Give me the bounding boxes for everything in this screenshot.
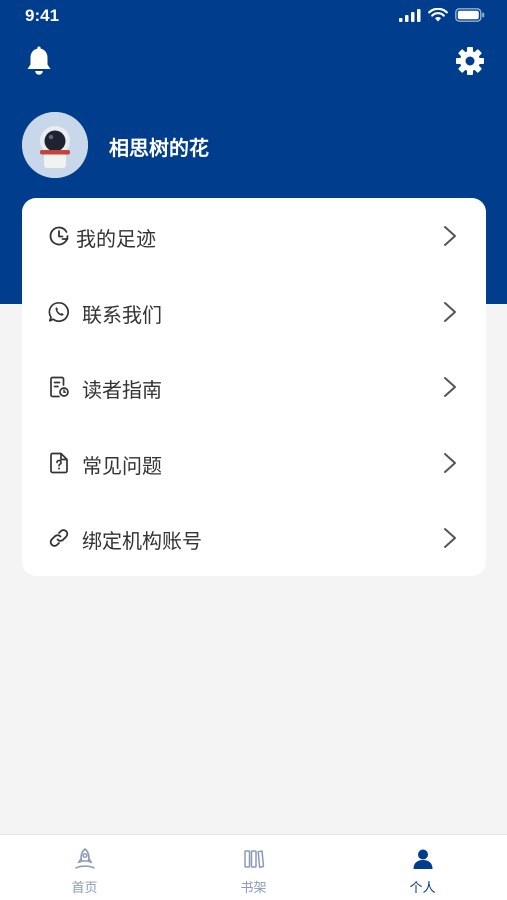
tab-label: 个人 [409, 881, 436, 896]
signal-icon [399, 8, 421, 22]
tab-bar: 首页 书架 个人 [0, 834, 507, 900]
person-icon [413, 849, 432, 869]
chat-phone-icon [48, 301, 69, 322]
status-icons [399, 8, 485, 22]
guide-document-icon [50, 376, 69, 398]
link-icon [49, 529, 69, 547]
battery-icon [455, 8, 485, 22]
chevron-right-icon [444, 302, 456, 322]
tab-profile[interactable]: 个人 [338, 835, 507, 900]
tab-home[interactable]: 首页 [0, 835, 169, 900]
status-bar: 9:41 [0, 0, 507, 32]
avatar[interactable] [22, 112, 88, 178]
bookshelf-icon [243, 850, 264, 868]
astronaut-avatar-icon [22, 112, 88, 178]
gear-icon[interactable] [455, 46, 485, 76]
history-clock-icon [49, 226, 69, 246]
menu-item-reader-guide[interactable]: 读者指南 [22, 357, 486, 417]
chevron-right-icon [444, 528, 456, 548]
menu-item-label: 我的足迹 [76, 227, 156, 251]
chevron-right-icon [444, 453, 456, 473]
menu-item-faq[interactable]: 常见问题 [22, 433, 486, 493]
menu-item-label: 联系我们 [82, 303, 162, 327]
tab-label: 书架 [240, 881, 267, 896]
menu-item-label: 常见问题 [82, 454, 162, 478]
username[interactable]: 相思树的花 [109, 132, 209, 161]
tab-label: 首页 [71, 881, 98, 896]
wifi-icon [428, 8, 448, 22]
menu-card: 我的足迹 联系我们 读者指南 常见问题 绑定机构账号 [22, 198, 486, 576]
menu-item-label: 读者指南 [82, 378, 162, 402]
menu-item-contact[interactable]: 联系我们 [22, 282, 486, 342]
menu-item-history[interactable]: 我的足迹 [22, 206, 486, 266]
tab-bookshelf[interactable]: 书架 [169, 835, 338, 900]
faq-document-icon [50, 452, 68, 474]
chevron-right-icon [444, 226, 456, 246]
menu-item-label: 绑定机构账号 [82, 529, 202, 553]
home-rocket-icon [74, 848, 95, 869]
bell-icon[interactable] [25, 46, 53, 76]
status-time: 9:41 [25, 6, 60, 25]
chevron-right-icon [444, 377, 456, 397]
menu-item-bind-account[interactable]: 绑定机构账号 [22, 508, 486, 568]
